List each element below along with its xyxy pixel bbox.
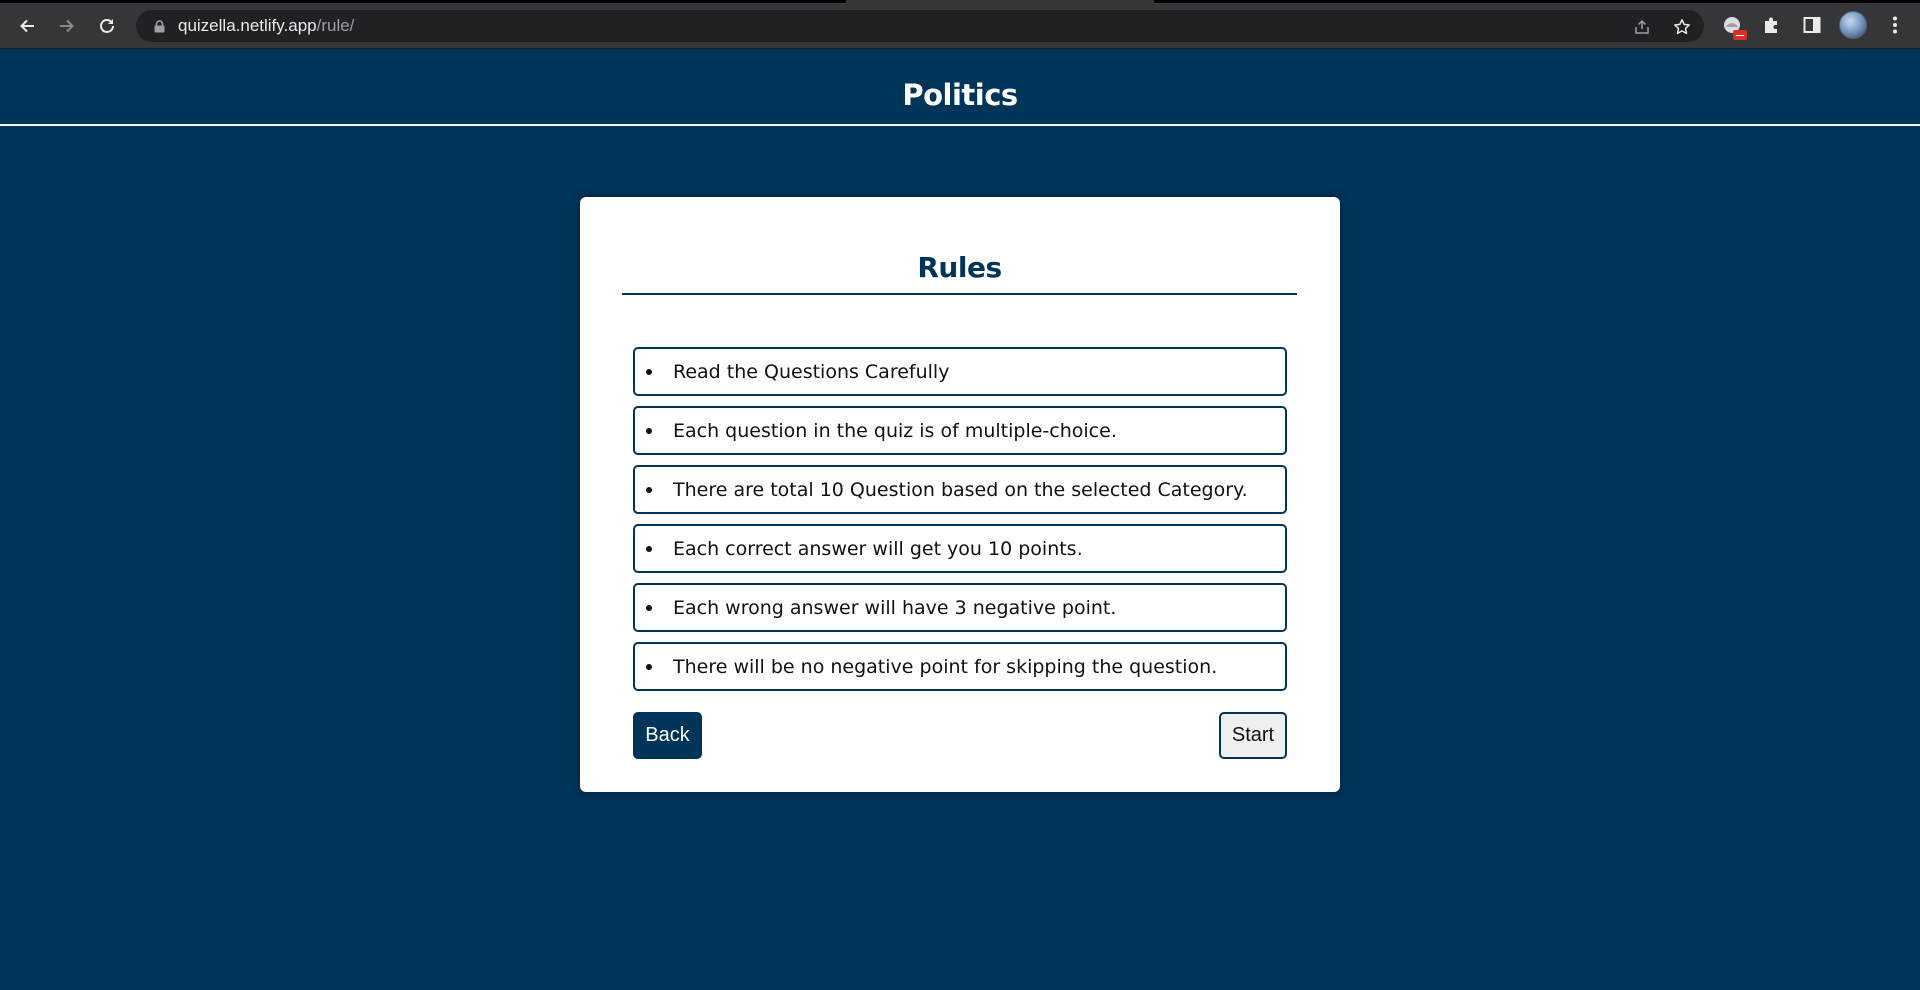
rule-item: Each wrong answer will have 3 negative p… — [633, 583, 1287, 632]
rule-text: Each correct answer will get you 10 poin… — [673, 537, 1083, 560]
rule-text: Each question in the quiz is of multiple… — [673, 419, 1117, 442]
address-bar[interactable]: quizella.netlify.app/rule/ — [136, 10, 1704, 42]
lock-icon[interactable] — [152, 19, 166, 33]
tab-strip-edge — [0, 0, 846, 3]
bullet-icon — [646, 369, 652, 375]
share-icon[interactable] — [1631, 16, 1653, 38]
rule-text: There are total 10 Question based on the… — [673, 478, 1248, 501]
rule-text: Each wrong answer will have 3 negative p… — [673, 596, 1117, 619]
page-title: Politics — [902, 78, 1018, 112]
kebab-menu-icon[interactable] — [1882, 12, 1908, 38]
rules-heading: Rules — [622, 251, 1297, 295]
rule-text: Read the Questions Carefully — [673, 360, 950, 383]
url-text[interactable]: quizella.netlify.app/rule/ — [178, 17, 354, 35]
bullet-icon — [646, 546, 652, 552]
bullet-icon — [646, 428, 652, 434]
back-arrow-icon[interactable] — [12, 12, 42, 40]
rule-item: There are total 10 Question based on the… — [633, 465, 1287, 514]
rules-list: Read the Questions Carefully Each questi… — [633, 347, 1287, 701]
page-header: Politics — [0, 50, 1920, 126]
rule-item: Each question in the quiz is of multiple… — [633, 406, 1287, 455]
url-host: quizella.netlify.app — [178, 16, 317, 35]
rule-item: There will be no negative point for skip… — [633, 642, 1287, 691]
browser-toolbar: quizella.netlify.app/rule/ — [0, 0, 1920, 49]
url-path: /rule/ — [316, 16, 355, 35]
start-button[interactable]: Start — [1219, 712, 1287, 759]
extension-badge — [1733, 30, 1747, 40]
rule-item: Read the Questions Carefully — [633, 347, 1287, 396]
star-icon[interactable] — [1671, 16, 1693, 38]
side-panel-icon[interactable] — [1799, 12, 1825, 38]
bullet-icon — [646, 487, 652, 493]
back-button[interactable]: Back — [633, 712, 702, 759]
tab-strip-edge — [1154, 0, 1920, 3]
puzzle-icon[interactable] — [1759, 12, 1785, 38]
forward-arrow-icon[interactable] — [52, 12, 82, 40]
rules-card: Rules Read the Questions Carefully Each … — [580, 197, 1340, 792]
reload-icon[interactable] — [92, 12, 122, 40]
bullet-icon — [646, 664, 652, 670]
rule-item: Each correct answer will get you 10 poin… — [633, 524, 1287, 573]
avatar[interactable] — [1839, 11, 1867, 39]
rule-text: There will be no negative point for skip… — [673, 655, 1218, 678]
bullet-icon — [646, 605, 652, 611]
